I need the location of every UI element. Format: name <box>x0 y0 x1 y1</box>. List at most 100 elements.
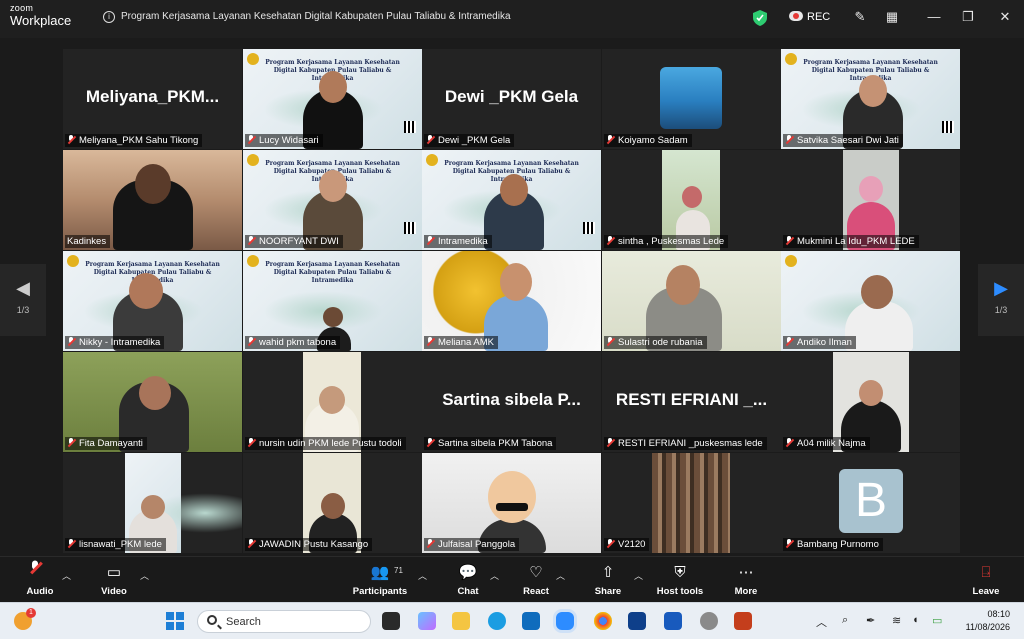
participant-tile[interactable]: Program Kerjasama Layanan Kesehatan Digi… <box>243 150 422 250</box>
video-label: Video <box>101 586 127 597</box>
chrome-icon[interactable] <box>594 612 612 630</box>
magic-wand-icon[interactable]: ✎ <box>852 9 868 25</box>
taskbar-search[interactable]: Search <box>197 610 371 633</box>
participant-tile[interactable]: Julfaisal Panggola <box>422 453 601 553</box>
chat-label: Chat <box>457 586 479 597</box>
react-label: React <box>523 586 549 597</box>
chevron-up-icon[interactable]: ︿ <box>634 569 643 582</box>
info-icon[interactable]: i <box>103 11 115 23</box>
word-icon[interactable] <box>664 612 682 630</box>
participant-tile[interactable]: B Bambang Purnomo <box>781 453 960 553</box>
next-page-button[interactable]: ▶ 1/3 <box>978 264 1024 336</box>
gallery-view-icon[interactable]: ▦ <box>884 9 900 25</box>
participant-tile[interactable]: Program Kerjasama Layanan Kesehatan Digi… <box>243 49 422 149</box>
participant-tile[interactable]: Meliyana_PKM... Meliyana_PKM Sahu Tikong <box>63 49 242 149</box>
regency-logo <box>785 255 797 267</box>
previous-page-button[interactable]: ◀ 1/3 <box>0 264 46 336</box>
mic-muted-icon <box>67 539 75 548</box>
participant-tile[interactable]: Koiyamo Sadam <box>602 49 781 149</box>
participant-tile[interactable]: JAWADIN Pustu Kasango <box>243 453 422 553</box>
minimize-icon[interactable]: — <box>926 9 942 25</box>
participant-tile[interactable]: A04 milik Najma <box>781 352 960 452</box>
participant-tile[interactable]: Fita Damayanti <box>63 352 242 452</box>
participant-head <box>319 170 347 202</box>
participant-name: RESTI EFRIANI _puskesmas lede <box>618 438 763 449</box>
mic-muted-icon <box>67 337 75 346</box>
leave-label: Leave <box>972 586 1000 597</box>
participant-tile[interactable]: Andiko Ilman <box>781 251 960 351</box>
participant-head <box>682 186 702 208</box>
outlook-icon[interactable] <box>522 612 540 630</box>
chevron-up-icon[interactable]: ︿ <box>490 569 499 582</box>
qr-code <box>583 222 595 234</box>
settings-gear-icon[interactable] <box>700 612 718 630</box>
participant-head <box>500 174 528 206</box>
participants-label: Participants <box>352 586 408 597</box>
participant-tile[interactable]: sintha , Puskesmas Lede <box>602 150 781 250</box>
video-camera-icon: ▭ <box>106 564 122 581</box>
profile-picture <box>660 67 722 129</box>
chevron-up-icon[interactable]: ︿ <box>418 569 427 582</box>
qr-code <box>942 121 954 133</box>
restore-icon[interactable]: ❐ <box>960 9 976 25</box>
close-icon[interactable]: ✕ <box>997 9 1013 25</box>
participant-tile[interactable]: Meliana AMK <box>422 251 601 351</box>
zoom-logo: zoom Workplace <box>10 4 71 28</box>
battery-icon[interactable]: ▭ <box>932 614 942 627</box>
powerpoint-icon[interactable] <box>734 612 752 630</box>
search-icon <box>207 615 217 625</box>
edge-icon[interactable] <box>488 612 506 630</box>
participant-tile[interactable]: Program Kerjasama Layanan Kesehatan Digi… <box>422 150 601 250</box>
volume-icon[interactable]: ◖ <box>912 614 919 626</box>
participant-tile-active-speaker[interactable]: Kadinkes <box>63 150 242 250</box>
task-view-icon[interactable] <box>382 612 400 630</box>
mic-muted-icon <box>785 438 793 447</box>
meet-now-icon[interactable]: ⌕ <box>842 614 848 627</box>
mic-muted-icon <box>247 539 255 548</box>
participant-tile[interactable]: Program Kerjasama Layanan Kesehatan Digi… <box>781 49 960 149</box>
mic-muted-icon <box>785 135 793 144</box>
participant-head <box>319 386 345 414</box>
share-button[interactable]: ⇧ Share <box>576 563 640 597</box>
participant-tile[interactable]: Program Kerjasama Layanan Kesehatan Digi… <box>63 251 242 351</box>
participant-name: Meliyana_PKM Sahu Tikong <box>65 134 203 147</box>
mic-muted-icon <box>785 236 793 245</box>
participant-tile[interactable]: Program Kerjasama Layanan Kesehatan Digi… <box>243 251 422 351</box>
participant-head <box>141 495 165 519</box>
zoom-app-icon[interactable] <box>556 612 574 630</box>
participant-tile[interactable]: nursin udin PKM lede Pustu todoli <box>243 352 422 452</box>
file-explorer-icon[interactable] <box>452 612 470 630</box>
participant-tile[interactable]: RESTI EFRIANI _... RESTI EFRIANI _puskes… <box>602 352 781 452</box>
video-button[interactable]: ▭ Video <box>82 563 146 597</box>
microsoft-store-icon[interactable] <box>628 612 646 630</box>
participant-name: Intramedika <box>438 236 488 247</box>
leave-button[interactable]: ⍈ Leave <box>954 563 1018 597</box>
chevron-right-icon: ▶ <box>994 278 1008 298</box>
mic-muted-icon <box>426 438 434 447</box>
chevron-up-icon[interactable]: ︿ <box>816 614 827 630</box>
record-button[interactable]: REC <box>789 11 830 23</box>
participant-tile[interactable]: Mukmini La Idu_PKM LEDE <box>781 150 960 250</box>
participant-head <box>139 376 171 410</box>
qr-code <box>404 121 416 133</box>
participant-head <box>859 380 883 406</box>
chevron-up-icon[interactable]: ︿ <box>140 569 149 582</box>
shield-icon[interactable] <box>753 10 767 26</box>
participant-tile[interactable]: Dewi _PKM Gela Dewi _PKM Gela <box>422 49 601 149</box>
qr-code <box>404 222 416 234</box>
mic-muted-icon <box>606 337 614 346</box>
host-tools-button[interactable]: ⛨ Host tools <box>648 563 712 597</box>
windows-start-icon[interactable] <box>166 612 184 630</box>
participant-tile[interactable]: V2120 <box>602 453 781 553</box>
more-button[interactable]: ⋯ More <box>714 563 778 597</box>
wifi-icon[interactable]: ≋ <box>892 614 901 627</box>
participant-tile[interactable]: Sulastri ode rubania <box>602 251 781 351</box>
copilot-icon[interactable] <box>418 612 436 630</box>
pen-icon[interactable]: ✒ <box>866 614 875 627</box>
system-clock[interactable]: 08:10 11/08/2026 <box>966 608 1010 634</box>
chevron-up-icon[interactable]: ︿ <box>556 569 565 582</box>
participant-tile[interactable]: lisnawati_PKM lede <box>63 453 242 553</box>
participant-head <box>321 493 345 519</box>
participant-tile[interactable]: Sartina sibela P... Sartina sibela PKM T… <box>422 352 601 452</box>
chevron-up-icon[interactable]: ︿ <box>62 569 71 582</box>
